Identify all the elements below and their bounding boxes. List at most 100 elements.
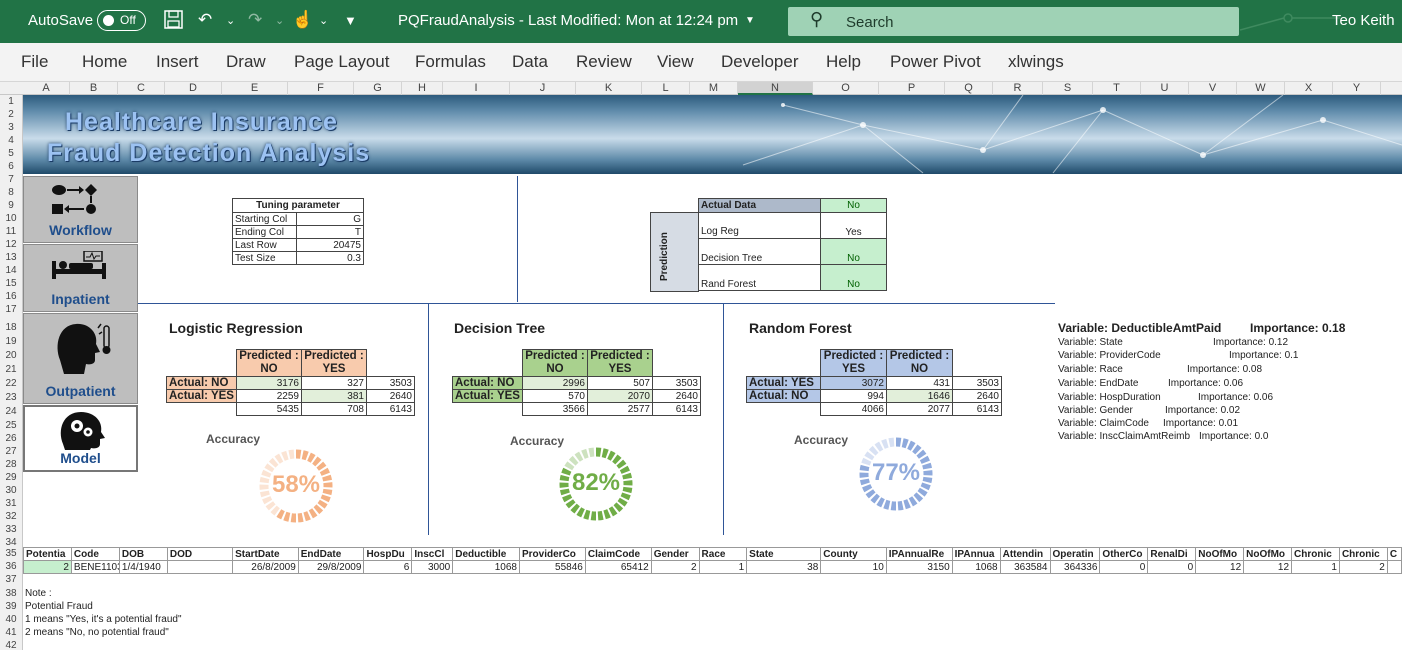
grid-cell[interactable]: 65412 bbox=[585, 561, 651, 574]
column-header[interactable]: F bbox=[288, 82, 354, 95]
user-name[interactable]: Teo Keith bbox=[1332, 12, 1395, 29]
grid-column-header[interactable]: RenalDi bbox=[1148, 548, 1196, 561]
row-header[interactable]: 38 bbox=[0, 587, 22, 600]
tab-page-layout[interactable]: Page Layout bbox=[294, 52, 389, 72]
row-header[interactable]: 3 bbox=[0, 121, 22, 134]
grid-cell[interactable]: 10 bbox=[821, 561, 886, 574]
grid-column-header[interactable]: ClaimCode bbox=[585, 548, 651, 561]
row-header[interactable]: 10 bbox=[0, 212, 22, 225]
row-header[interactable]: 6 bbox=[0, 160, 22, 173]
matrix-total[interactable]: 5435 bbox=[236, 403, 301, 416]
save-icon[interactable] bbox=[164, 10, 183, 34]
grid-cell[interactable]: 55846 bbox=[520, 561, 586, 574]
grid-cell[interactable]: 1 bbox=[699, 561, 747, 574]
row-header[interactable]: 18 bbox=[0, 321, 22, 334]
prediction-value[interactable]: No bbox=[821, 265, 887, 291]
undo-dropdown-icon[interactable]: ⌄ bbox=[226, 14, 235, 27]
matrix-total[interactable]: 6143 bbox=[366, 403, 414, 416]
column-header[interactable]: D bbox=[165, 82, 222, 95]
column-header[interactable]: C bbox=[118, 82, 165, 95]
autosave-toggle[interactable]: Off bbox=[97, 10, 146, 31]
undo-icon[interactable]: ↶ bbox=[198, 10, 212, 30]
grid-cell[interactable]: 12 bbox=[1244, 561, 1292, 574]
prediction-value[interactable]: No bbox=[821, 239, 887, 265]
column-header[interactable]: N bbox=[738, 82, 813, 95]
grid-cell[interactable]: 29/8/2009 bbox=[298, 561, 364, 574]
matrix-total[interactable]: 2077 bbox=[887, 403, 953, 416]
title-dropdown-icon[interactable]: ▼ bbox=[745, 15, 755, 26]
matrix-total[interactable]: 2640 bbox=[366, 390, 414, 403]
grid-column-header[interactable]: DOB bbox=[119, 548, 167, 561]
row-header[interactable]: 5 bbox=[0, 147, 22, 160]
grid-cell[interactable]: 2 bbox=[1339, 561, 1387, 574]
row-header[interactable]: 35 bbox=[0, 547, 22, 560]
grid-cell[interactable]: BENE1103 bbox=[71, 561, 119, 574]
prediction-value[interactable]: Yes bbox=[821, 213, 887, 239]
row-header[interactable]: 21 bbox=[0, 363, 22, 376]
redo-dropdown-icon[interactable]: ⌄ bbox=[275, 14, 284, 27]
column-header[interactable]: P bbox=[879, 82, 945, 95]
row-header[interactable]: 32 bbox=[0, 510, 22, 523]
column-header[interactable]: R bbox=[993, 82, 1043, 95]
row-header[interactable]: 33 bbox=[0, 523, 22, 536]
tab-insert[interactable]: Insert bbox=[156, 52, 199, 72]
redo-icon[interactable]: ↷ bbox=[248, 10, 262, 30]
tab-data[interactable]: Data bbox=[512, 52, 548, 72]
grid-column-header[interactable]: Chronic bbox=[1292, 548, 1340, 561]
customize-qat-icon[interactable]: ▼ bbox=[344, 13, 357, 28]
column-header[interactable]: H bbox=[402, 82, 443, 95]
row-header[interactable]: 8 bbox=[0, 186, 22, 199]
tab-formulas[interactable]: Formulas bbox=[415, 52, 486, 72]
grid-cell[interactable]: 0 bbox=[1100, 561, 1148, 574]
grid-column-header[interactable]: OtherCo bbox=[1100, 548, 1148, 561]
grid-column-header[interactable]: IPAnnua bbox=[952, 548, 1000, 561]
inpatient-button[interactable]: Inpatient bbox=[23, 244, 138, 312]
row-header[interactable]: 14 bbox=[0, 264, 22, 277]
row-header[interactable]: 17 bbox=[0, 303, 22, 316]
matrix-cell[interactable]: 327 bbox=[301, 377, 366, 390]
column-header[interactable]: T bbox=[1093, 82, 1141, 95]
tab-view[interactable]: View bbox=[657, 52, 694, 72]
row-header[interactable]: 39 bbox=[0, 600, 22, 613]
row-header[interactable]: 4 bbox=[0, 134, 22, 147]
tab-developer[interactable]: Developer bbox=[721, 52, 799, 72]
grid-column-header[interactable]: County bbox=[821, 548, 886, 561]
row-header[interactable]: 36 bbox=[0, 560, 22, 573]
grid-column-header[interactable]: ProviderCo bbox=[520, 548, 586, 561]
matrix-cell[interactable]: 1646 bbox=[887, 390, 953, 403]
matrix-cell[interactable]: 507 bbox=[587, 377, 652, 390]
column-header[interactable]: Y bbox=[1333, 82, 1381, 95]
column-header[interactable]: G bbox=[354, 82, 402, 95]
grid-cell[interactable]: 3150 bbox=[886, 561, 952, 574]
param-value[interactable]: G bbox=[297, 213, 364, 226]
grid-cell[interactable]: 1 bbox=[1292, 561, 1340, 574]
matrix-cell[interactable]: 570 bbox=[522, 390, 587, 403]
column-header[interactable]: I bbox=[443, 82, 510, 95]
row-header[interactable]: 30 bbox=[0, 484, 22, 497]
row-header[interactable]: 42 bbox=[0, 639, 22, 652]
column-header[interactable]: L bbox=[642, 82, 690, 95]
matrix-total[interactable]: 6143 bbox=[652, 403, 700, 416]
matrix-cell[interactable]: 994 bbox=[821, 390, 887, 403]
actual-data-value[interactable]: No bbox=[821, 199, 887, 213]
outpatient-button[interactable]: Outpatient bbox=[23, 313, 138, 404]
row-header[interactable]: 26 bbox=[0, 432, 22, 445]
grid-column-header[interactable]: Race bbox=[699, 548, 747, 561]
grid-cell[interactable]: 3000 bbox=[412, 561, 453, 574]
matrix-total[interactable]: 3503 bbox=[366, 377, 414, 390]
grid-column-header[interactable]: DOD bbox=[167, 548, 232, 561]
param-value[interactable]: 0.3 bbox=[297, 252, 364, 265]
matrix-total[interactable]: 3503 bbox=[652, 377, 700, 390]
grid-column-header[interactable]: Chronic bbox=[1339, 548, 1387, 561]
row-header[interactable]: 24 bbox=[0, 405, 22, 418]
row-header[interactable]: 22 bbox=[0, 377, 22, 390]
row-header[interactable]: 15 bbox=[0, 277, 22, 290]
column-header[interactable]: Q bbox=[945, 82, 993, 95]
grid-cell[interactable]: 1068 bbox=[453, 561, 520, 574]
grid-cell[interactable] bbox=[1387, 561, 1401, 574]
grid-cell[interactable]: 6 bbox=[364, 561, 412, 574]
matrix-cell[interactable]: 3072 bbox=[821, 377, 887, 390]
tab-file[interactable]: File bbox=[21, 52, 48, 72]
grid-column-header[interactable]: NoOfMo bbox=[1244, 548, 1292, 561]
matrix-total[interactable]: 2577 bbox=[587, 403, 652, 416]
